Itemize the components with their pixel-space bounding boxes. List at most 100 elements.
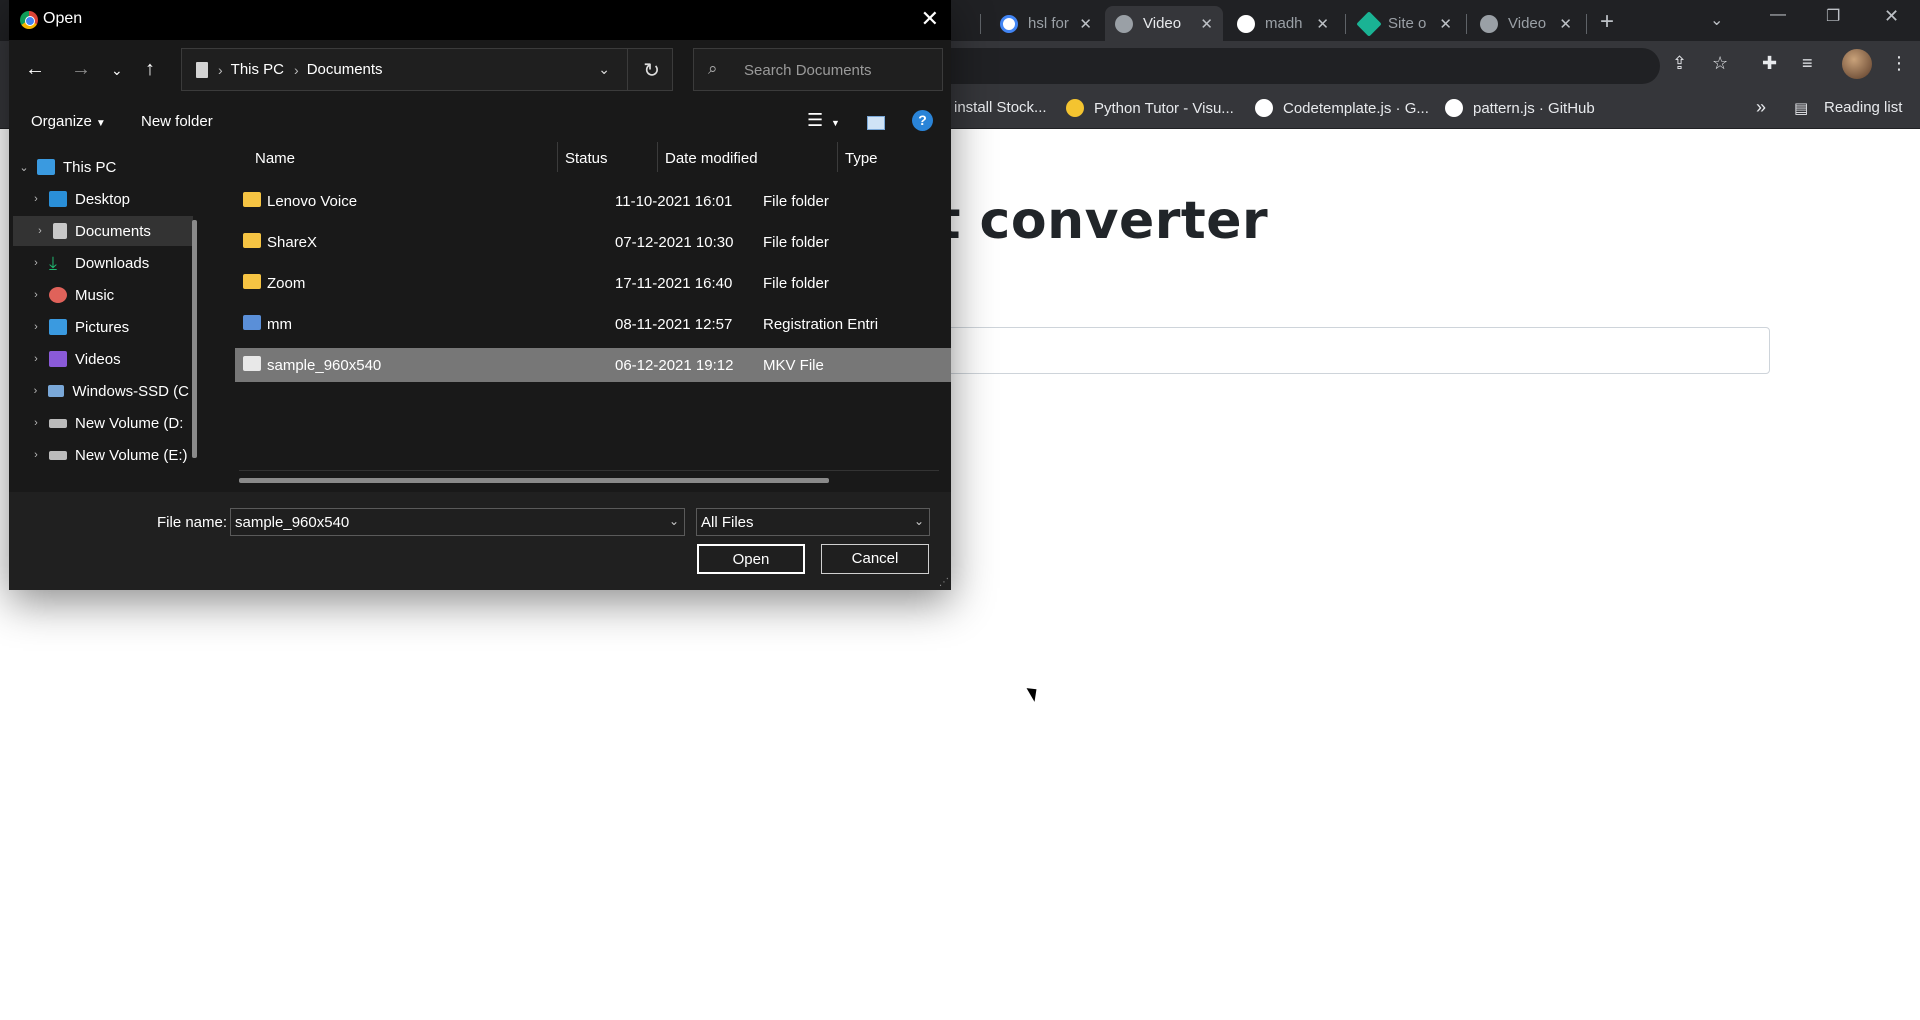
minimize-button[interactable]: —: [1770, 6, 1786, 24]
page-input[interactable]: [900, 327, 1770, 374]
tree-scrollbar[interactable]: [192, 220, 197, 458]
more-bookmarks-button[interactable]: »: [1756, 97, 1766, 118]
file-name-value: sample_960x540: [235, 514, 350, 531]
chevron-down-icon[interactable]: ⌄: [914, 514, 924, 528]
tab-close-icon[interactable]: ✕: [1559, 15, 1572, 33]
tree-item-videos[interactable]: › Videos: [9, 344, 189, 374]
reading-list-icon[interactable]: ▤: [1794, 99, 1808, 117]
tree-item-volume-d[interactable]: › New Volume (D:: [9, 408, 189, 438]
bookmark-star-icon[interactable]: ☆: [1712, 53, 1728, 74]
tree-item-desktop[interactable]: › Desktop: [9, 184, 189, 214]
menu-icon[interactable]: ⋮: [1890, 53, 1908, 74]
view-dropdown-icon[interactable]: ▼: [831, 118, 840, 128]
tab-search-chevron-icon[interactable]: ⌄: [1710, 10, 1723, 30]
bookmark-item[interactable]: install Stock...: [954, 99, 1047, 116]
tree-item-music[interactable]: › Music: [9, 280, 189, 310]
profile-avatar[interactable]: [1842, 49, 1872, 79]
share-icon[interactable]: ⇪: [1672, 53, 1687, 74]
chevron-down-icon[interactable]: ⌄: [669, 514, 679, 528]
tab-3[interactable]: madh ✕: [1227, 6, 1339, 41]
tree-item-downloads[interactable]: › ⤓ Downloads: [9, 248, 189, 278]
tab-close-icon[interactable]: ✕: [1316, 15, 1329, 33]
tree-item-pictures[interactable]: › Pictures: [9, 312, 189, 342]
file-row-selected[interactable]: sample_960x540 06-12-2021 19:12 MKV File: [235, 348, 951, 382]
search-placeholder: Search Documents: [744, 62, 872, 79]
breadcrumb-documents[interactable]: Documents: [307, 61, 383, 78]
divider: [627, 49, 628, 90]
expand-arrow-icon[interactable]: ›: [29, 353, 43, 365]
view-options-icon[interactable]: ☰: [807, 110, 823, 131]
tab-close-icon[interactable]: ✕: [1200, 15, 1213, 33]
preview-pane-icon[interactable]: [867, 116, 885, 130]
expand-arrow-icon[interactable]: ›: [29, 385, 42, 397]
dialog-close-button[interactable]: ✕: [921, 6, 939, 32]
tree-item-windows-ssd[interactable]: › Windows-SSD (C: [9, 376, 189, 406]
back-arrow-icon[interactable]: ←: [25, 58, 45, 81]
column-divider[interactable]: [837, 142, 838, 172]
restore-button[interactable]: ❐: [1826, 6, 1840, 26]
file-name-input[interactable]: sample_960x540 ⌄: [230, 508, 685, 536]
column-header-type[interactable]: Type: [845, 150, 878, 167]
reading-list-button[interactable]: Reading list: [1824, 99, 1902, 116]
tab-close-icon[interactable]: ✕: [1079, 15, 1092, 33]
recent-locations-chevron-icon[interactable]: ⌄: [111, 62, 123, 79]
horizontal-scrollbar[interactable]: [239, 478, 829, 483]
expand-arrow-icon[interactable]: ⌄: [17, 161, 31, 174]
file-row[interactable]: mm 08-11-2021 12:57 Registration Entri: [235, 307, 951, 341]
expand-arrow-icon[interactable]: ›: [29, 417, 43, 429]
resize-grip-icon[interactable]: ⋰: [939, 577, 949, 588]
tab-2[interactable]: Video ✕: [1105, 6, 1223, 41]
expand-arrow-icon[interactable]: ›: [29, 257, 43, 269]
tree-label: Music: [75, 286, 115, 304]
file-row[interactable]: Lenovo Voice 11-10-2021 16:01 File folde…: [235, 184, 951, 218]
column-divider[interactable]: [657, 142, 658, 172]
tree-item-this-pc[interactable]: ⌄ This PC: [9, 152, 189, 182]
column-header-name[interactable]: Name: [255, 150, 295, 167]
extensions-icon[interactable]: ✚: [1762, 53, 1777, 74]
tab-4[interactable]: Site o ✕: [1350, 6, 1462, 41]
up-arrow-icon[interactable]: ↑: [145, 58, 155, 81]
new-folder-button[interactable]: New folder: [141, 113, 213, 130]
new-tab-button[interactable]: +: [1600, 8, 1614, 36]
expand-arrow-icon[interactable]: ›: [29, 321, 43, 333]
expand-arrow-icon[interactable]: ›: [29, 289, 43, 301]
search-box[interactable]: ⌕ Search Documents: [693, 48, 943, 91]
tree-item-volume-e[interactable]: › New Volume (E:): [9, 440, 189, 470]
bookmark-item[interactable]: pattern.js · GitHub: [1445, 99, 1595, 117]
media-controls-icon[interactable]: ≡: [1802, 53, 1813, 74]
file-name: Lenovo Voice: [267, 193, 358, 210]
window-close-button[interactable]: ✕: [1884, 6, 1899, 27]
tab-1[interactable]: hsl for ✕: [990, 6, 1102, 41]
column-header-status[interactable]: Status: [565, 150, 608, 167]
videos-icon: [49, 351, 67, 367]
organize-label: Organize: [31, 113, 92, 130]
breadcrumb-this-pc[interactable]: This PC: [231, 61, 284, 78]
refresh-icon[interactable]: ↻: [643, 58, 660, 83]
column-header-date-modified[interactable]: Date modified: [665, 150, 758, 167]
help-icon[interactable]: ?: [912, 110, 933, 131]
file-type: File folder: [763, 193, 829, 210]
address-breadcrumb[interactable]: › This PC › Documents ⌄ ↻: [181, 48, 673, 91]
cancel-button[interactable]: Cancel: [821, 544, 929, 574]
python-icon: [1066, 99, 1084, 117]
bookmark-item[interactable]: Codetemplate.js · G...: [1255, 99, 1429, 117]
github-icon: [1255, 99, 1273, 117]
bookmark-item[interactable]: Python Tutor - Visu...: [1066, 99, 1234, 117]
file-row[interactable]: Zoom 17-11-2021 16:40 File folder: [235, 266, 951, 300]
tree-label: Documents: [75, 222, 151, 240]
forward-arrow-icon[interactable]: →: [71, 58, 91, 81]
file-type-select[interactable]: All Files ⌄: [696, 508, 930, 536]
open-button[interactable]: Open: [697, 544, 805, 574]
address-dropdown-icon[interactable]: ⌄: [598, 61, 610, 78]
file-row[interactable]: ShareX 07-12-2021 10:30 File folder: [235, 225, 951, 259]
expand-arrow-icon[interactable]: ›: [33, 225, 47, 237]
file-type: MKV File: [763, 357, 824, 374]
organize-button[interactable]: Organize ▼: [31, 113, 106, 130]
expand-arrow-icon[interactable]: ›: [29, 449, 43, 461]
folder-icon: [243, 233, 261, 248]
tree-item-documents[interactable]: › Documents: [13, 216, 193, 246]
expand-arrow-icon[interactable]: ›: [29, 193, 43, 205]
tab-5[interactable]: Video ✕: [1470, 6, 1582, 41]
tab-close-icon[interactable]: ✕: [1439, 15, 1452, 33]
column-divider[interactable]: [557, 142, 558, 172]
